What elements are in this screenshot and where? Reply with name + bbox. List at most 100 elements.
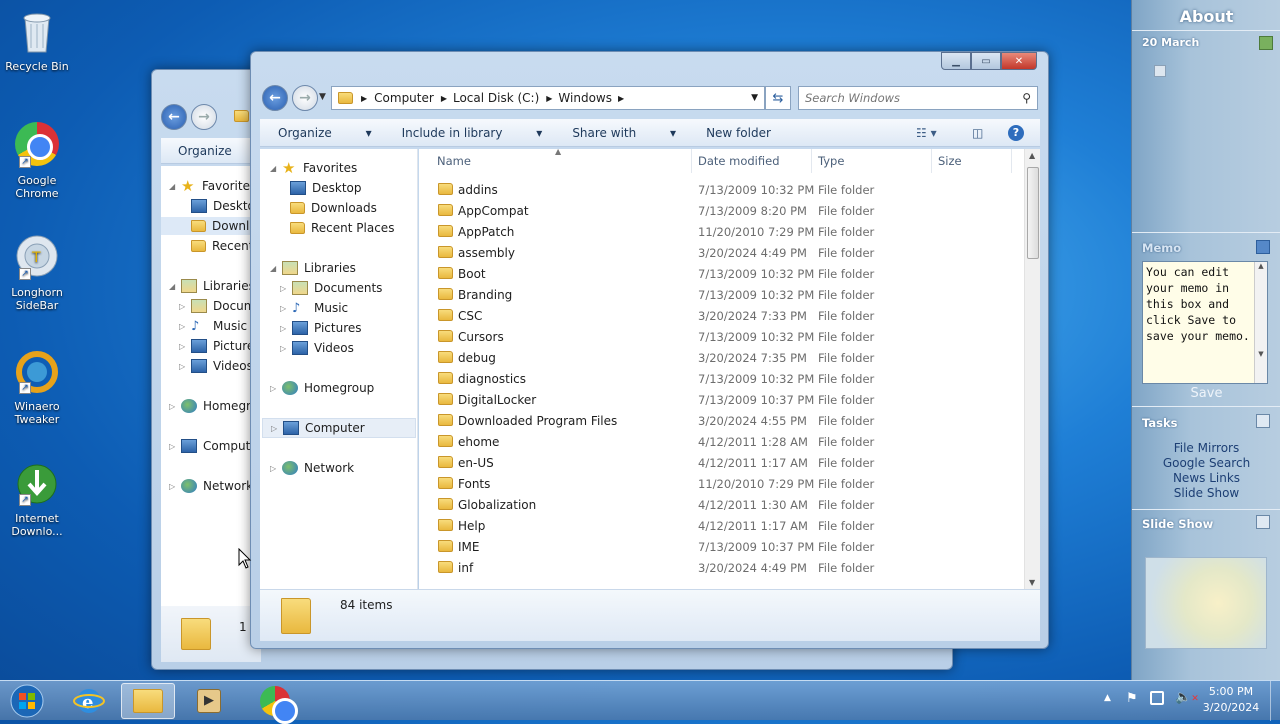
scrollbar-thumb[interactable] (1027, 167, 1039, 259)
help-button[interactable]: ? (1008, 124, 1024, 141)
file-row[interactable]: addins 7/13/2009 10:32 PM File folder (419, 179, 1019, 200)
task-slide-show[interactable]: Slide Show (1132, 486, 1280, 500)
memo-scrollbar[interactable]: ▲ ▼ (1254, 262, 1267, 383)
nav-favorites[interactable]: ◢ ★ Favorites (270, 159, 357, 177)
nav-music[interactable]: ▷ ♪ Music (280, 299, 348, 317)
clock[interactable]: 5:00 PM 3/20/2024 (1196, 684, 1266, 716)
preview-pane-button[interactable]: ◫ (972, 126, 983, 140)
memo-gadget-icon[interactable] (1256, 240, 1270, 254)
refresh-button[interactable]: ⇆ (765, 86, 791, 110)
memo-textbox[interactable]: You can edit your memo in this box and c… (1142, 261, 1268, 384)
desktop-icon-internet-download-manager[interactable]: ↗ Internet Downlo... (0, 460, 74, 538)
back-button[interactable]: ← (262, 85, 288, 111)
network-tray-icon[interactable] (1150, 691, 1164, 705)
nav-computer[interactable]: ▷ Compute (169, 437, 258, 455)
nav-downloads[interactable]: Downlo (161, 217, 261, 235)
address-history-dropdown[interactable]: ▼ (751, 93, 758, 103)
chrome-icon[interactable] (248, 683, 302, 724)
nav-libraries[interactable]: ◢ Libraries (270, 259, 356, 277)
file-row[interactable]: diagnostics 7/13/2009 10:32 PM File folder (419, 368, 1019, 389)
back-button[interactable]: ← (161, 104, 187, 130)
file-row[interactable]: Branding 7/13/2009 10:32 PM File folder (419, 284, 1019, 305)
scroll-down-arrow[interactable]: ▼ (1029, 578, 1035, 587)
close-button[interactable]: ✕ (1001, 52, 1037, 70)
nav-computer[interactable]: ▷ Computer (262, 418, 416, 438)
task-file-mirrors[interactable]: File Mirrors (1132, 441, 1280, 455)
nav-downloads[interactable]: Downloads (290, 199, 377, 217)
task-google-search[interactable]: Google Search (1132, 456, 1280, 470)
show-hidden-icons-button[interactable]: ▲ (1104, 693, 1111, 703)
nav-documents[interactable]: ▷ Documents (280, 279, 382, 297)
nav-recent-places[interactable]: Recent Places (290, 219, 394, 237)
file-row[interactable]: Cursors 7/13/2009 10:32 PM File folder (419, 326, 1019, 347)
include-in-library-menu[interactable]: Include in library ▾ (402, 126, 543, 140)
file-row[interactable]: CSC 3/20/2024 7:33 PM File folder (419, 305, 1019, 326)
breadcrumb-local-disk[interactable]: Local Disk (C:) (453, 91, 539, 105)
file-row[interactable]: Globalization 4/12/2011 1:30 AM File folde… (419, 494, 1019, 515)
recent-pages-dropdown[interactable]: ▼ (319, 92, 326, 102)
nav-desktop[interactable]: Desktop (290, 179, 362, 197)
share-with-menu[interactable]: Share with ▾ (572, 126, 676, 140)
file-row[interactable]: IME 7/13/2009 10:37 PM File folder (419, 536, 1019, 557)
nav-libraries[interactable]: ◢ Libraries (169, 277, 255, 295)
nav-music[interactable]: ▷ ♪ Music (179, 317, 247, 335)
search-box[interactable]: ⚲ (798, 86, 1038, 110)
forward-button[interactable]: → (191, 104, 217, 130)
file-row[interactable]: Help 4/12/2011 1:17 AM File folder (419, 515, 1019, 536)
slideshow-gadget-icon[interactable] (1256, 515, 1270, 529)
file-row[interactable]: DigitalLocker 7/13/2009 10:37 PM File fold… (419, 389, 1019, 410)
desktop-icon-winaero-tweaker[interactable]: ↗ Winaero Tweaker (0, 348, 74, 426)
memo-save-button[interactable]: Save (1132, 386, 1280, 401)
file-row[interactable]: inf 3/20/2024 4:49 PM File folder (419, 557, 1019, 578)
media-player-icon[interactable]: ▶ (182, 683, 236, 719)
column-header-size[interactable]: Size (932, 149, 1012, 173)
desktop-icon-recycle-bin[interactable]: Recycle Bin (0, 8, 74, 73)
internet-explorer-icon[interactable]: e (62, 683, 116, 719)
nav-pictures[interactable]: ▷ Pictures (280, 319, 362, 337)
windows-explorer-icon[interactable] (121, 683, 175, 719)
forward-button[interactable]: → (292, 85, 318, 111)
organize-menu[interactable]: Organize (178, 144, 232, 158)
file-row[interactable]: AppPatch 11/20/2010 7:29 PM File folder (419, 221, 1019, 242)
scroll-up-arrow[interactable]: ▲ (1029, 151, 1035, 160)
nav-desktop[interactable]: Deskto (191, 197, 255, 215)
nav-homegroup[interactable]: ▷ Homegroup (270, 379, 374, 397)
nav-network[interactable]: ▷ Network (270, 459, 354, 477)
organize-menu[interactable]: Organize ▾ (278, 126, 372, 140)
file-row[interactable]: assembly 3/20/2024 4:49 PM File folder (419, 242, 1019, 263)
sidebar-title[interactable]: About (1132, 7, 1280, 26)
action-center-flag-icon[interactable]: ⚑ (1126, 691, 1138, 706)
desktop-icon-longhorn-sidebar[interactable]: T ↗ Longhorn SideBar (0, 234, 74, 312)
desktop-icon-google-chrome[interactable]: ↗ Google Chrome (0, 120, 74, 200)
start-orb-icon[interactable] (0, 683, 54, 719)
column-header-name[interactable]: Name ▲ (431, 149, 692, 173)
file-row[interactable]: Downloaded Program Files 3/20/2024 4:55 P… (419, 410, 1019, 431)
task-news-links[interactable]: News Links (1132, 471, 1280, 485)
nav-pictures[interactable]: ▷ Picture (179, 337, 254, 355)
nav-network[interactable]: ▷ Network (169, 477, 253, 495)
nav-videos[interactable]: ▷ Videos (179, 357, 253, 375)
nav-homegroup[interactable]: ▷ Homegro (169, 397, 258, 415)
slideshow-image[interactable] (1145, 557, 1267, 649)
nav-favorites[interactable]: ◢ ★ Favorites (169, 177, 256, 195)
tasks-gadget-icon[interactable] (1256, 414, 1270, 428)
vertical-scrollbar[interactable]: ▲ ▼ (1024, 149, 1040, 589)
file-row[interactable]: Boot 7/13/2009 10:32 PM File folder (419, 263, 1019, 284)
calendar-gadget-icon[interactable] (1259, 36, 1273, 50)
search-input[interactable] (805, 91, 1015, 105)
file-row[interactable]: debug 3/20/2024 7:35 PM File folder (419, 347, 1019, 368)
file-row[interactable]: Fonts 11/20/2010 7:29 PM File folder (419, 473, 1019, 494)
maximize-button[interactable]: ▭ (971, 52, 1001, 70)
nav-videos[interactable]: ▷ Videos (280, 339, 354, 357)
minimize-button[interactable]: ▁ (941, 52, 971, 70)
file-row[interactable]: en-US 4/12/2011 1:17 AM File folder (419, 452, 1019, 473)
column-header-date-modified[interactable]: Date modified (692, 149, 812, 173)
column-header-type[interactable]: Type (812, 149, 932, 173)
address-bar[interactable]: ▶ Computer ▶ Local Disk (C:) ▶ Windows ▶… (331, 86, 765, 110)
nav-recent[interactable]: Recent (191, 237, 253, 255)
explorer-window[interactable]: ▁ ▭ ✕ ← → ▼ ▶ Computer ▶ Local Disk (C:)… (250, 51, 1049, 649)
show-desktop-button[interactable] (1270, 681, 1280, 721)
breadcrumb-computer[interactable]: Computer (374, 91, 434, 105)
search-icon[interactable]: ⚲ (1022, 91, 1031, 105)
breadcrumb-windows[interactable]: Windows (558, 91, 612, 105)
